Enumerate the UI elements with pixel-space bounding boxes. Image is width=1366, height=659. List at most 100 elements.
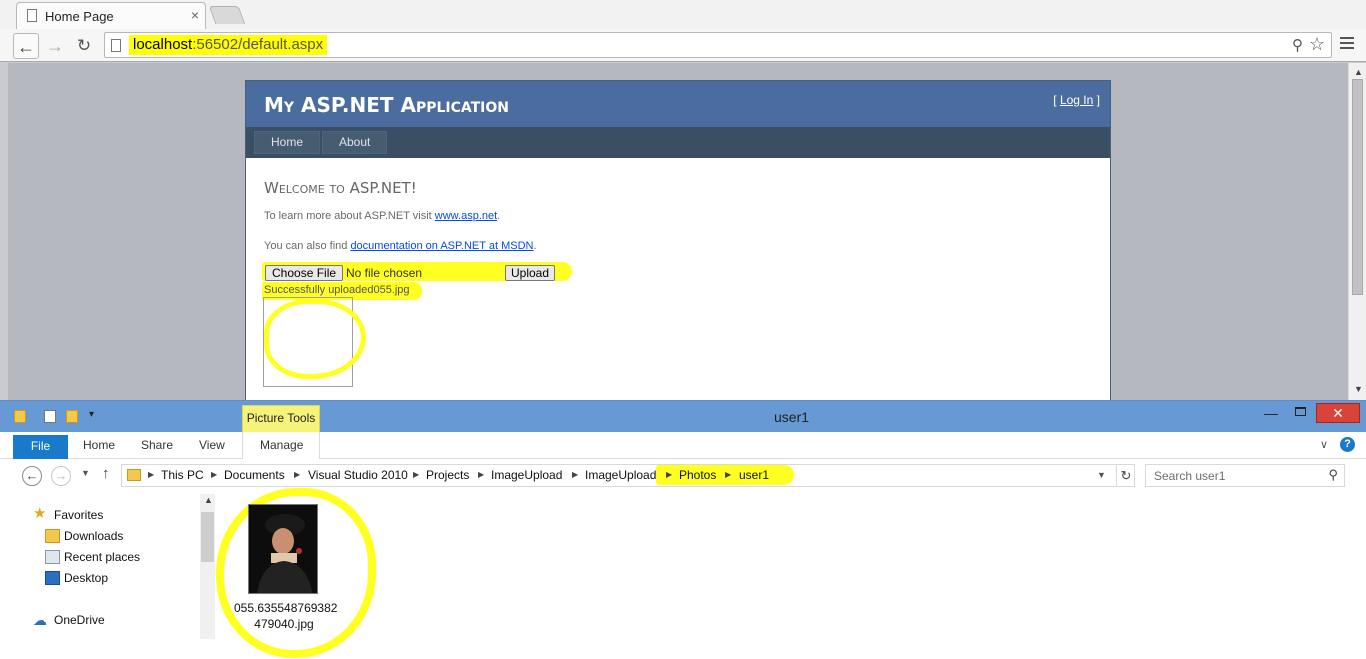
breadcrumb-separator-icon[interactable]: ▶ [211, 470, 217, 479]
ribbon-tab-manage[interactable]: Manage [260, 438, 303, 452]
tab-strip: Home Page × [0, 0, 1366, 29]
explorer-address-row: ← → ▼ ↑ ▶ This PC ▶ Documents ▶ Visual S… [0, 460, 1366, 492]
nav-onedrive[interactable]: OneDrive [54, 613, 105, 627]
asp-net-link[interactable]: www.asp.net [435, 210, 497, 222]
msdn-docs-link[interactable]: documentation on ASP.NET at MSDN [350, 240, 533, 252]
properties-icon[interactable] [44, 410, 56, 423]
tab-home-page[interactable]: Home Page × [16, 2, 206, 29]
zoom-icon[interactable]: ⚲ [1292, 36, 1303, 54]
breadcrumb-separator-icon[interactable]: ▶ [666, 470, 672, 479]
file-name[interactable]: 055.635548769382 479040.jpg [234, 600, 338, 632]
browser-menu-icon[interactable] [1340, 37, 1354, 52]
close-button[interactable]: ✕ [1316, 403, 1360, 423]
upload-button[interactable]: Upload [505, 265, 556, 281]
up-folder-button[interactable]: ↑ [102, 465, 110, 482]
scroll-down-icon[interactable]: ▼ [1354, 384, 1363, 394]
recent-places-icon [45, 550, 60, 564]
login-link[interactable]: Log In [1060, 93, 1093, 107]
asp-page: My ASP.NET Application [ Log In ] Home A… [245, 80, 1111, 400]
site-menu: Home About [246, 127, 1110, 158]
folder-icon [14, 410, 26, 423]
refresh-icon[interactable]: ↻ [1116, 465, 1135, 486]
nav-scroll-thumb[interactable] [201, 512, 214, 562]
forward-button[interactable]: → [42, 33, 68, 59]
breadcrumb-separator-icon[interactable]: ▶ [148, 470, 154, 479]
tab-title: Home Page [45, 9, 114, 24]
nav-scrollbar[interactable]: ▲ [200, 494, 215, 639]
scroll-thumb[interactable] [1352, 79, 1363, 295]
file-name-line2: 479040.jpg [254, 617, 314, 631]
explorer-forward-button[interactable]: → [51, 466, 71, 486]
tab-close-icon[interactable]: × [191, 7, 199, 23]
reload-button[interactable]: ↻ [71, 33, 97, 59]
explorer-address-bar[interactable]: ▶ This PC ▶ Documents ▶ Visual Studio 20… [121, 464, 1135, 487]
search-placeholder: Search user1 [1154, 469, 1226, 483]
explorer-titlebar: ▾ Picture Tools user1 — ✕ [0, 401, 1366, 432]
breadcrumb-this-pc[interactable]: This PC [161, 468, 204, 482]
address-bar[interactable]: localhost:56502/default.aspx ⚲ ☆ [104, 32, 1332, 58]
breadcrumb-imageupload[interactable]: ImageUpload [491, 468, 562, 482]
ribbon-tabs: File Home Share View Manage ∨ ? [0, 432, 1366, 459]
address-dropdown-icon[interactable]: ▼ [1097, 470, 1106, 480]
site-header: My ASP.NET Application [ Log In ] [246, 81, 1110, 127]
breadcrumb-separator-icon[interactable]: ▶ [478, 470, 484, 479]
new-folder-icon[interactable] [66, 410, 78, 423]
scroll-up-icon[interactable]: ▲ [204, 495, 213, 505]
choose-file-button[interactable]: Choose File [265, 265, 344, 281]
breadcrumb-projects[interactable]: Projects [426, 468, 469, 482]
search-icon[interactable]: ⚲ [1328, 467, 1338, 483]
ribbon-tab-home[interactable]: Home [83, 438, 115, 452]
file-list: 055.635548769382 479040.jpg [216, 488, 1366, 659]
breadcrumb-visual-studio[interactable]: Visual Studio 2010 [308, 468, 408, 482]
file-name-line1: 055.635548769382 [234, 601, 338, 615]
site-title: My ASP.NET Application [264, 93, 510, 117]
breadcrumb-separator-icon[interactable]: ▶ [413, 470, 419, 479]
explorer-back-button[interactable]: ← [22, 466, 42, 486]
minimize-button[interactable]: — [1264, 405, 1278, 421]
new-tab-button[interactable] [208, 6, 246, 24]
file-explorer-window: ▾ Picture Tools user1 — ✕ File Home Shar… [0, 400, 1366, 659]
bookmark-star-icon[interactable]: ☆ [1309, 34, 1325, 55]
upload-status: Successfully uploaded055.jpg [264, 284, 410, 296]
url-host: localhost [133, 36, 193, 53]
back-button[interactable]: ← [13, 33, 39, 59]
breadcrumb-separator-icon[interactable]: ▶ [725, 470, 731, 479]
no-file-chosen-text: No file chosen [346, 266, 423, 280]
page-icon [111, 39, 121, 52]
nav-favorites[interactable]: Favorites [54, 508, 103, 522]
expand-ribbon-icon[interactable]: ∨ [1320, 438, 1328, 451]
nav-desktop[interactable]: Desktop [64, 571, 108, 585]
explorer-search-input[interactable]: Search user1 ⚲ [1145, 464, 1345, 487]
nav-recent-places[interactable]: Recent places [64, 550, 140, 564]
maximize-button[interactable] [1295, 407, 1306, 416]
intro-paragraph: To learn more about ASP.NET visit www.as… [264, 210, 500, 222]
breadcrumb-separator-icon[interactable]: ▶ [294, 470, 300, 479]
url-text[interactable]: localhost:56502/default.aspx [129, 35, 328, 55]
ribbon-tab-share[interactable]: Share [141, 438, 173, 452]
help-icon[interactable]: ? [1340, 437, 1355, 452]
onedrive-cloud-icon: ☁ [33, 612, 47, 628]
favorites-star-icon: ★ [33, 505, 47, 522]
page-icon [27, 9, 37, 22]
scroll-up-icon[interactable]: ▲ [1354, 67, 1363, 77]
menu-about[interactable]: About [322, 131, 388, 154]
menu-home[interactable]: Home [254, 131, 321, 154]
breadcrumb-photos[interactable]: Photos [679, 468, 716, 482]
ribbon-tab-file[interactable]: File [13, 435, 68, 459]
breadcrumb-user1[interactable]: user1 [739, 468, 769, 482]
quick-access-dropdown-icon[interactable]: ▾ [89, 409, 94, 420]
login-area: [ Log In ] [1053, 93, 1100, 107]
ribbon-tab-view[interactable]: View [199, 438, 225, 452]
breadcrumb-documents[interactable]: Documents [224, 468, 285, 482]
recent-locations-icon[interactable]: ▼ [81, 468, 90, 478]
breadcrumb-separator-icon[interactable]: ▶ [572, 470, 578, 479]
page-scrollbar[interactable]: ▲ ▼ [1348, 63, 1366, 400]
file-thumbnail[interactable] [248, 504, 318, 594]
url-path: :56502/default.aspx [192, 36, 324, 53]
breadcrumb-imageupload-inner[interactable]: ImageUpload [585, 468, 656, 482]
page-viewport: My ASP.NET Application [ Log In ] Home A… [8, 63, 1348, 400]
docs-paragraph: You can also find documentation on ASP.N… [264, 240, 537, 252]
nav-downloads[interactable]: Downloads [64, 529, 123, 543]
login-bracket-open: [ [1053, 93, 1060, 107]
docs-period: . [533, 240, 537, 252]
